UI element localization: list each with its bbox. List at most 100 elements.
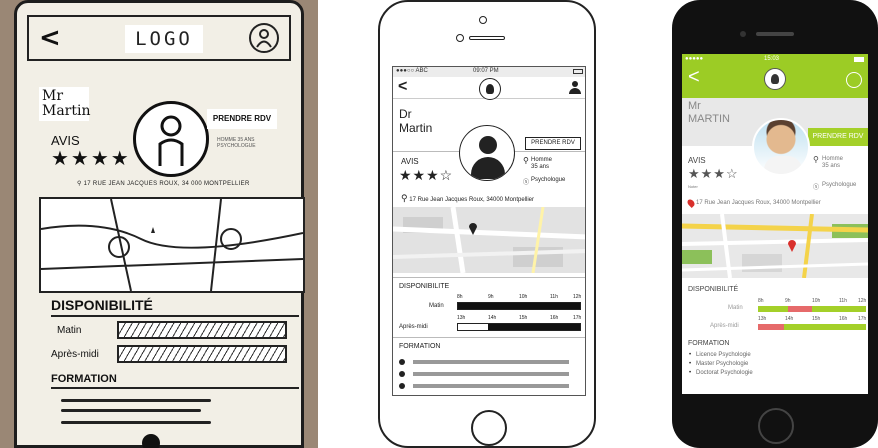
divider (393, 277, 585, 278)
phone-frame: ●●●●● 15:03 < Mr MARTIN PRENDRE RDV AVIS… (672, 0, 878, 448)
specialty-text: Psychologue (531, 177, 566, 183)
avatar (459, 125, 515, 181)
avis-label: AVIS (688, 156, 706, 165)
morning-availability-bar[interactable] (457, 302, 581, 310)
logo-icon (764, 68, 786, 90)
disponibilite-heading: DISPONIBILITE (399, 283, 450, 290)
phone-speaker (469, 36, 505, 40)
gender-icon: ⚲ (523, 156, 529, 165)
map[interactable] (39, 197, 305, 293)
hour-label: 8h (457, 294, 463, 300)
morning-row: Matin (57, 321, 299, 341)
apres-midi-label: Après-midi (399, 324, 428, 330)
rating-stars[interactable]: ★★★☆ (688, 166, 739, 182)
phone-sensor (479, 16, 487, 24)
sketch-header: < LOGO (27, 15, 291, 61)
afternoon-availability-bar[interactable] (758, 324, 866, 330)
prendre-rdv-button[interactable]: PRENDRE RDV (808, 128, 868, 146)
hour-label: 12h (858, 298, 867, 304)
morning-hours: 8h 9h 10h 11h 12h (457, 294, 581, 300)
apres-midi-label: Après-midi (710, 323, 739, 329)
status-time: 09:07 PM (473, 68, 499, 74)
morning-availability-bar[interactable] (117, 321, 287, 339)
phone-frame: ●●●○○ ABC 09:07 PM < Dr Martin PRENDRE R… (378, 0, 596, 448)
formation-line (61, 409, 201, 412)
prendre-rdv-button[interactable]: PRENDRE RDV (525, 137, 581, 150)
doctor-name: Dr Martin (399, 107, 433, 135)
rating-stars[interactable]: ★★★★ (51, 146, 131, 171)
status-carrier: ●●●○○ ABC (396, 68, 428, 74)
phone-speaker (756, 32, 794, 36)
hifi-screen: ●●●●● 15:03 < Mr MARTIN PRENDRE RDV AVIS… (682, 54, 868, 394)
matin-label: Matin (429, 303, 444, 309)
address: ⚲ 17 Rue Jean Jacques Roux, 34000 Montpe… (401, 193, 534, 204)
gender-age: ⚲ Homme 35 ans (813, 156, 844, 170)
gender-age-text: Homme 35 ans (531, 157, 553, 170)
gender-age-text: Homme 35 ans (822, 156, 844, 169)
home-button[interactable] (758, 408, 794, 444)
address-text: 17 Rue Jean Jacques Roux, 34000 Montpell… (409, 197, 535, 203)
hifi-mockup: ●●●●● 15:03 < Mr MARTIN PRENDRE RDV AVIS… (672, 0, 878, 448)
afternoon-availability-bar[interactable] (117, 345, 287, 363)
formation-line (61, 421, 211, 424)
hour-label: 12h (573, 294, 582, 300)
divider (393, 337, 585, 338)
home-button[interactable] (471, 410, 507, 446)
disponibilite-heading: DISPONIBILITÉ (51, 297, 299, 317)
rating-stars[interactable]: ★★★☆ (399, 167, 453, 184)
morning-availability-bar[interactable] (758, 306, 866, 312)
header-bar: ●●●●● 15:03 < (682, 54, 868, 98)
formation-item: Licence Psychologie (689, 352, 751, 358)
hour-label: 13h (457, 315, 466, 321)
wireframe-mockup: ●●●○○ ABC 09:07 PM < Dr Martin PRENDRE R… (378, 0, 596, 448)
prendre-rdv-button[interactable]: PRENDRE RDV (207, 109, 277, 129)
formation-placeholder (399, 371, 579, 377)
doctor-name: Mr MARTIN (688, 100, 730, 125)
phone-camera (456, 34, 464, 42)
hour-label: 11h (550, 294, 558, 300)
hour-label: 13h (758, 316, 767, 322)
specialty-text: Psychologue (822, 182, 857, 188)
gender-icon: ⚲ (813, 155, 819, 164)
back-arrow-icon[interactable]: < (688, 66, 700, 89)
home-button[interactable] (142, 434, 160, 448)
hour-label: 15h (519, 315, 528, 321)
formation-line (61, 399, 211, 402)
stethoscope-icon: ⓢ (813, 185, 820, 191)
hour-label: 10h (519, 294, 528, 300)
address-text: 17 RUE JEAN JACQUES ROUX, 34 000 MONTPEL… (83, 181, 250, 187)
user-icon[interactable] (569, 81, 581, 95)
specialty: ⓢ Psychologue (813, 182, 857, 191)
map[interactable] (682, 214, 868, 278)
hour-label: 10h (812, 298, 821, 304)
address: ⚲ 17 RUE JEAN JACQUES ROUX, 34 000 MONTP… (77, 180, 297, 187)
hour-label: 9h (785, 298, 791, 304)
formation-item: Doctorat Psychologie (689, 370, 753, 376)
battery-icon (573, 69, 583, 74)
sketch-phone-outline: < LOGO Mr Martin PRENDRE RDV AVIS ★★★★ H… (14, 0, 305, 448)
doctor-info: HOMME 35 ANS PSYCHOLOGUE (217, 137, 256, 149)
specialty: ⓢ Psychologue (523, 177, 566, 186)
user-icon[interactable] (846, 72, 862, 88)
map[interactable] (393, 207, 585, 273)
location-pin-icon: ⚲ (401, 193, 408, 203)
hour-label: 16h (839, 316, 848, 322)
paper-sketch-mockup: < LOGO Mr Martin PRENDRE RDV AVIS ★★★★ H… (0, 0, 318, 448)
avis-label: AVIS (401, 157, 419, 166)
wireframe-screen: ●●●○○ ABC 09:07 PM < Dr Martin PRENDRE R… (392, 66, 586, 396)
hour-label: 17h (858, 316, 867, 322)
disponibilite-heading: DISPONIBILITÉ (688, 286, 739, 293)
user-icon[interactable] (249, 23, 279, 53)
afternoon-row: Après-midi (51, 345, 299, 365)
noter-link[interactable]: Noter (688, 184, 698, 189)
phone-camera (740, 31, 746, 37)
formation-item: Master Psychologie (689, 361, 748, 367)
back-arrow-icon[interactable]: < (39, 23, 61, 53)
back-arrow-icon[interactable]: < (398, 78, 407, 96)
hour-label: 16h (550, 315, 559, 321)
matin-label: Matin (57, 325, 82, 336)
afternoon-availability-bar[interactable] (457, 323, 581, 331)
formation-heading: FORMATION (51, 373, 299, 389)
formation-heading: FORMATION (399, 343, 441, 350)
status-bar: ●●●○○ ABC 09:07 PM (393, 67, 585, 77)
